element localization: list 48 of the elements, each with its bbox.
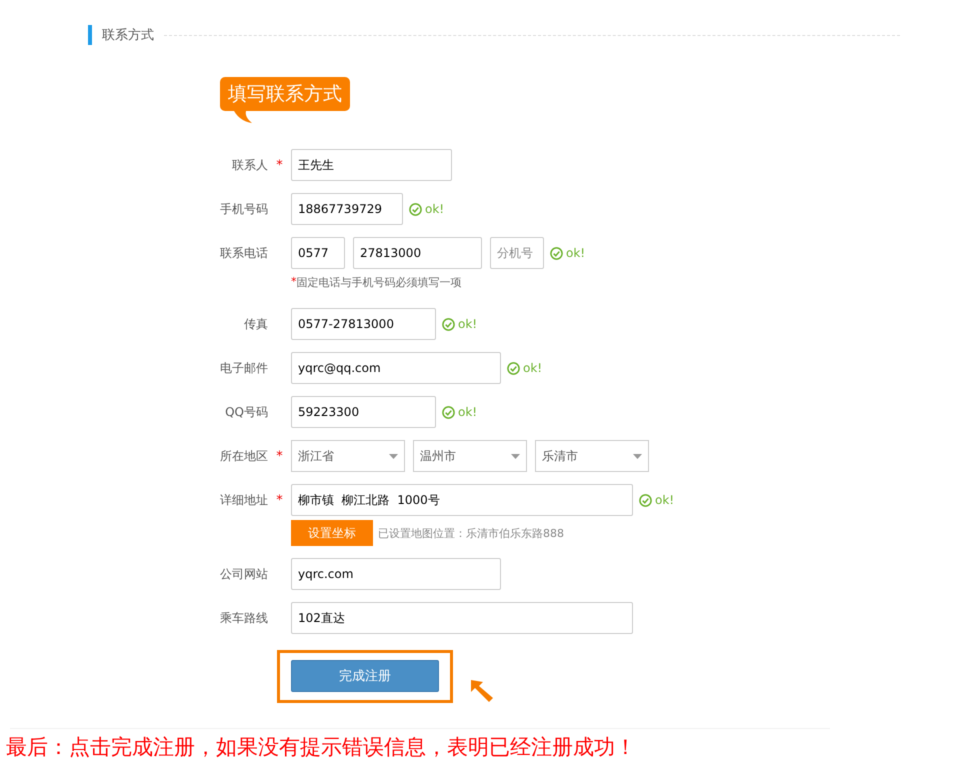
field-label: 传真 (243, 316, 268, 332)
required-mark: * (276, 492, 283, 508)
field-label: 手机号码 (219, 200, 268, 218)
arrow-icon (469, 678, 495, 704)
required-mark: * (276, 158, 283, 172)
text-field[interactable]: 分机号 (490, 237, 544, 269)
text-field[interactable]: 0577-27813000 (291, 308, 436, 340)
dropdown[interactable]: 温州市 (413, 440, 527, 472)
map-location-text: 已设置地图位置：乐清市伯乐东路888 (378, 526, 564, 540)
instruction-text: 最后：点击完成注册，如果没有提示错误信息，表明已经注册成功！ (6, 734, 637, 761)
section-title: 联系方式 (102, 27, 154, 44)
field-label: 公司网站 (219, 566, 268, 582)
check-circle-icon (550, 246, 563, 260)
validation-ok: ok! (550, 246, 586, 260)
required-mark: * (276, 448, 283, 464)
field-label: 电子邮件 (219, 360, 268, 376)
validation-ok: ok! (409, 202, 444, 216)
caret-icon (389, 454, 398, 458)
caret-icon (633, 454, 642, 458)
dropdown[interactable]: 浙江省 (291, 440, 405, 472)
caret-icon (511, 454, 520, 458)
field-label: 所在地区 (219, 448, 268, 464)
text-field[interactable]: 18867739729 (291, 193, 403, 225)
text-field[interactable]: 27813000 (353, 237, 482, 269)
text-field[interactable]: 102直达 (291, 602, 633, 634)
field-label: QQ号码 (224, 404, 268, 420)
check-circle-icon (442, 406, 455, 418)
text-field[interactable]: 0577 (291, 237, 345, 269)
check-circle-icon (442, 318, 455, 330)
validation-ok: ok! (639, 493, 674, 507)
validation-ok: ok! (442, 317, 478, 331)
text-field[interactable]: 王先生 (291, 149, 452, 181)
check-circle-icon (639, 494, 652, 506)
check-circle-icon (507, 362, 520, 374)
field-label: 联系电话 (219, 244, 268, 262)
text-field[interactable]: 柳市镇 柳江北路 1000号 (291, 484, 633, 516)
validation-ok: ok! (442, 405, 478, 419)
text-field[interactable]: 59223300 (291, 396, 436, 428)
field-label: 乘车路线 (219, 610, 268, 626)
validation-ok: ok! (507, 361, 542, 375)
hint-text: 固定电话与手机号码必须填写一项 (296, 275, 462, 290)
required-mark: * (291, 275, 296, 290)
field-label: 联系人 (231, 156, 268, 174)
text-field[interactable]: yqrc@qq.com (291, 352, 501, 384)
field-label: 详细地址 (219, 492, 268, 508)
dropdown[interactable]: 乐清市 (535, 440, 649, 472)
check-circle-icon (409, 202, 422, 216)
text-field[interactable]: yqrc.com (291, 558, 501, 590)
